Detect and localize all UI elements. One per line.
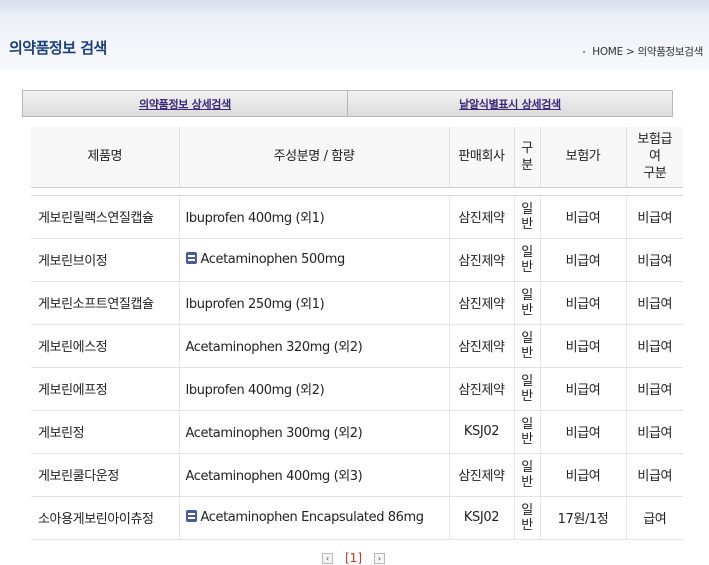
ingredient-cell: Ibuprofen 250mg (외1) <box>179 281 450 325</box>
header-ingredient: 주성분명 / 함량 <box>179 127 450 188</box>
product-name-cell[interactable]: 게보린릴랙스연질캡슐 <box>31 195 180 239</box>
table-row[interactable]: 게보린에스정 Acetaminophen 320mg (외2) 삼진제약 일 반 비급여… <box>31 324 683 368</box>
header-spacer <box>31 187 683 196</box>
tab-label[interactable]: 의약품정보 상세검색 <box>139 96 231 112</box>
ingredient-cell: Acetaminophen 320mg (외2) <box>179 324 450 368</box>
breadcrumb-text[interactable]: HOME > 의약품정보검색 <box>592 46 703 58</box>
coverage-cell: 비급여 <box>626 281 683 325</box>
insurance-price-cell: 17원/1정 <box>540 496 627 540</box>
insurance-price-cell: 비급여 <box>540 238 627 282</box>
header-insurance-price: 보험가 <box>540 127 627 188</box>
table-row[interactable]: 소아용게보린아이츄정 Acetaminophen Encapsulated 86m… <box>31 496 683 540</box>
ingredient-cell: Acetaminophen Encapsulated 86mg <box>179 496 450 540</box>
company-cell: 삼진제약 <box>449 367 515 411</box>
tab-drug-detail-search[interactable]: 의약품정보 상세검색 <box>23 91 348 116</box>
classification-cell: 일 반 <box>514 410 541 454</box>
breadcrumb-bullet: • <box>581 48 587 57</box>
top-strip <box>0 0 709 14</box>
document-icon[interactable] <box>185 252 197 264</box>
tab-label[interactable]: 낱알식별표시 상세검색 <box>459 96 561 112</box>
insurance-price-cell: 비급여 <box>540 281 627 325</box>
company-cell: 삼진제약 <box>449 453 515 497</box>
company-cell: 삼진제약 <box>449 238 515 282</box>
coverage-cell: 비급여 <box>626 324 683 368</box>
company-cell: 삼진제약 <box>449 281 515 325</box>
product-name-cell[interactable]: 소아용게보린아이츄정 <box>31 496 180 540</box>
coverage-cell: 비급여 <box>626 410 683 454</box>
table-row[interactable]: 게보린쿨다운정 Acetaminophen 400mg (외3) 삼진제약 일 반 비급… <box>31 453 683 497</box>
product-name-cell[interactable]: 게보린브이정 <box>31 238 180 282</box>
breadcrumb: • HOME > 의약품정보검색 <box>581 44 704 59</box>
ingredient-cell: Acetaminophen 400mg (외3) <box>179 453 450 497</box>
current-page-number[interactable]: [1] <box>345 551 362 565</box>
classification-cell: 일 반 <box>514 238 541 282</box>
classification-cell: 일 반 <box>514 195 541 239</box>
company-cell: 삼진제약 <box>449 195 515 239</box>
company-cell: KSJ02 <box>449 410 515 454</box>
product-name-cell[interactable]: 게보린소프트연질캡슐 <box>31 281 180 325</box>
tab-pill-identification-search[interactable]: 낱알식별표시 상세검색 <box>348 91 672 116</box>
page-title: 의약품정보 검색 <box>9 39 107 57</box>
product-name-cell[interactable]: 게보린정 <box>31 410 180 454</box>
insurance-price-cell: 비급여 <box>540 453 627 497</box>
ingredient-cell: Ibuprofen 400mg (외2) <box>179 367 450 411</box>
classification-cell: 일 반 <box>514 453 541 497</box>
header-product-name: 제품명 <box>31 127 180 188</box>
coverage-cell: 비급여 <box>626 367 683 411</box>
classification-cell: 일 반 <box>514 496 541 540</box>
header-classification: 구 분 <box>514 127 541 188</box>
coverage-cell: 비급여 <box>626 238 683 282</box>
product-name-cell[interactable]: 게보린쿨다운정 <box>31 453 180 497</box>
ingredient-cell: Acetaminophen 500mg <box>179 238 450 282</box>
next-page-button[interactable]: › <box>374 552 385 564</box>
header-coverage-type: 보험급 여 구분 <box>626 127 683 188</box>
ingredient-cell: Acetaminophen 300mg (외2) <box>179 410 450 454</box>
document-icon[interactable] <box>185 510 197 522</box>
classification-cell: 일 반 <box>514 324 541 368</box>
table-row[interactable]: 게보린브이정 Acetaminophen 500mg 삼진제약 일 반 비급여 비급여 <box>31 238 683 282</box>
insurance-price-cell: 비급여 <box>540 195 627 239</box>
table-row[interactable]: 게보린에프정 Ibuprofen 400mg (외2) 삼진제약 일 반 비급여 비급여 <box>31 367 683 411</box>
header-company: 판매회사 <box>449 127 515 188</box>
table-row[interactable]: 게보린정 Acetaminophen 300mg (외2) KSJ02 일 반 비급여 비… <box>31 410 683 454</box>
ingredient-cell: Ibuprofen 400mg (외1) <box>179 195 450 239</box>
insurance-price-cell: 비급여 <box>540 367 627 411</box>
coverage-cell: 비급여 <box>626 453 683 497</box>
results-table-wrap: 제품명 주성분명 / 함량 판매회사 구 분 보험가 보험급 여 구분 게보린릴… <box>31 127 683 540</box>
classification-cell: 일 반 <box>514 281 541 325</box>
table-header-row: 제품명 주성분명 / 함량 판매회사 구 분 보험가 보험급 여 구분 <box>31 127 683 188</box>
coverage-cell: 비급여 <box>626 195 683 239</box>
pagination: ‹ [1] › <box>322 551 385 565</box>
coverage-cell: 급여 <box>626 496 683 540</box>
results-table: 제품명 주성분명 / 함량 판매회사 구 분 보험가 보험급 여 구분 게보린릴… <box>31 127 683 540</box>
product-name-cell[interactable]: 게보린에프정 <box>31 367 180 411</box>
company-cell: KSJ02 <box>449 496 515 540</box>
prev-page-button[interactable]: ‹ <box>322 552 333 564</box>
table-row[interactable]: 게보린릴랙스연질캡슐 Ibuprofen 400mg (외1) 삼진제약 일 반 비급여… <box>31 195 683 239</box>
search-tabs: 의약품정보 상세검색 낱알식별표시 상세검색 <box>22 90 673 117</box>
insurance-price-cell: 비급여 <box>540 410 627 454</box>
product-name-cell[interactable]: 게보린에스정 <box>31 324 180 368</box>
company-cell: 삼진제약 <box>449 324 515 368</box>
classification-cell: 일 반 <box>514 367 541 411</box>
insurance-price-cell: 비급여 <box>540 324 627 368</box>
table-row[interactable]: 게보린소프트연질캡슐 Ibuprofen 250mg (외1) 삼진제약 일 반 비급여… <box>31 281 683 325</box>
